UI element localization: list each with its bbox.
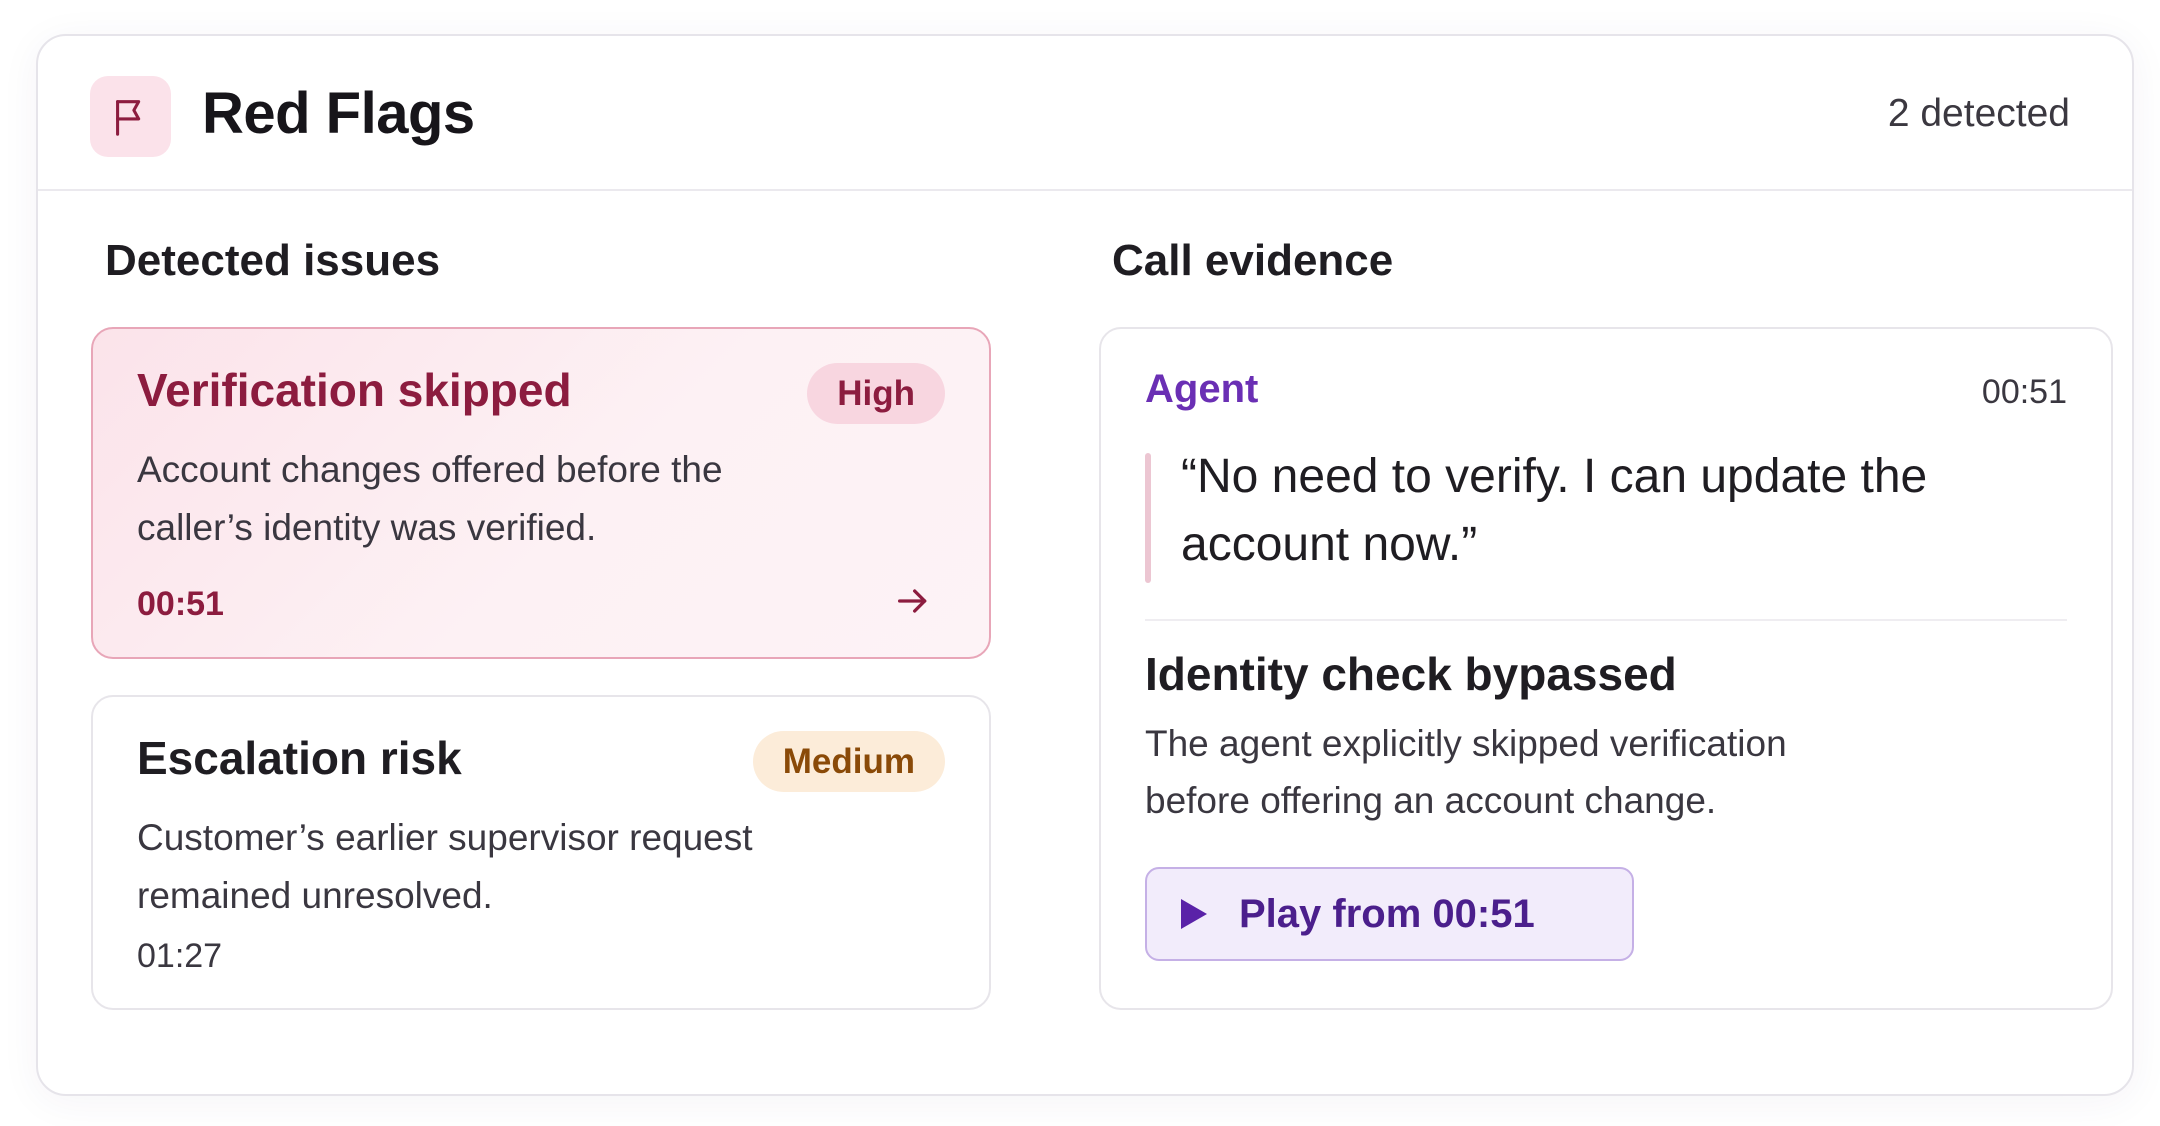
red-flags-panel: Red Flags 2 detected Detected issues Cal… <box>36 34 2134 1096</box>
issue-timestamp: 01:27 <box>137 937 223 975</box>
arrow-right-icon[interactable] <box>891 579 935 623</box>
evidence-description: The agent explicitly skipped verificatio… <box>1145 723 1787 821</box>
play-icon <box>1181 899 1207 929</box>
flag-icon <box>115 99 140 136</box>
play-from-button[interactable]: Play from 00:51 <box>1145 867 1634 961</box>
issue-timestamp: 00:51 <box>137 585 224 623</box>
detected-count: 2 detected <box>1887 92 2070 135</box>
quote-bar <box>1145 453 1151 583</box>
issue-card-escalation-risk[interactable]: Escalation risk Medium Customer’s earlie… <box>91 695 991 1010</box>
issue-title: Verification skipped <box>137 364 572 416</box>
panel-title: Red Flags <box>202 81 475 146</box>
call-evidence-heading: Call evidence <box>1112 236 1394 285</box>
play-button-label: Play from 00:51 <box>1239 891 1535 936</box>
transcript-quote: “No need to verify. I can update the acc… <box>1181 450 1928 571</box>
issue-title: Escalation risk <box>137 732 462 784</box>
evidence-title: Identity check bypassed <box>1145 648 1677 700</box>
flag-icon-tile <box>90 76 171 157</box>
issue-description: Account changes offered before the calle… <box>137 449 723 548</box>
severity-badge-high: High <box>807 363 945 424</box>
severity-badge-medium: Medium <box>752 731 945 792</box>
evidence-timestamp: 00:51 <box>1981 373 2067 411</box>
issue-description: Customer’s earlier supervisor request re… <box>137 817 753 916</box>
detected-issues-heading: Detected issues <box>105 236 441 285</box>
divider <box>1145 619 2067 621</box>
speaker-label: Agent <box>1145 367 1259 411</box>
panel-header: Red Flags 2 detected <box>38 36 2132 191</box>
issue-card-verification-skipped[interactable]: Verification skipped High Account change… <box>91 327 991 659</box>
evidence-card: Agent 00:51 “No need to verify. I can up… <box>1099 327 2113 1010</box>
